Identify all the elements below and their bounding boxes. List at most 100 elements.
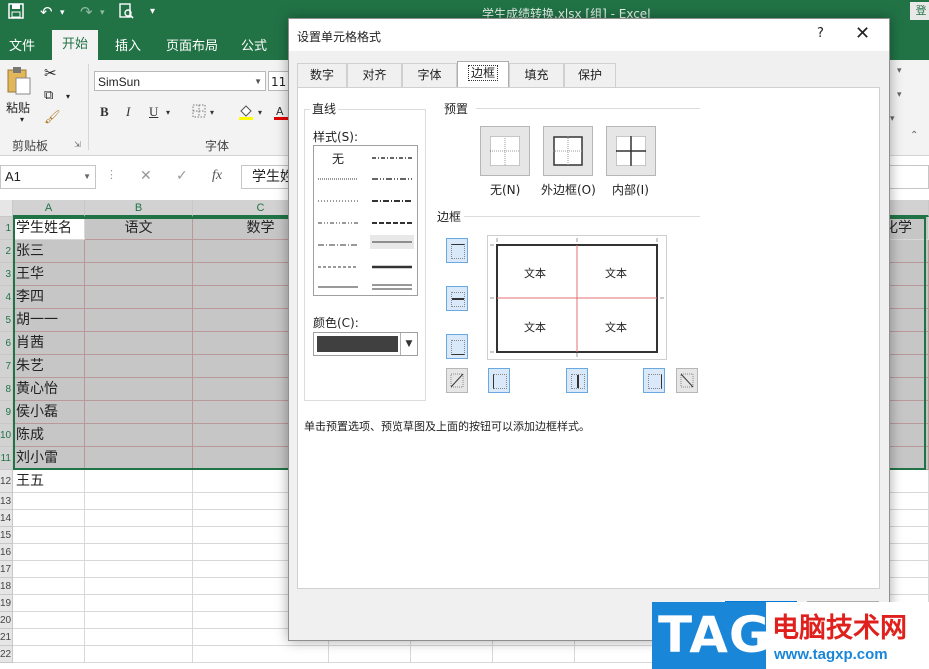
- print-preview-icon[interactable]: [118, 3, 134, 23]
- cell-b2[interactable]: [85, 240, 193, 263]
- cell-a5[interactable]: 胡一一: [13, 309, 85, 332]
- cell-b10[interactable]: [85, 424, 193, 447]
- preset-inside-label[interactable]: 内部(I): [612, 181, 649, 198]
- preset-inside-button[interactable]: [606, 126, 656, 176]
- empty-cell[interactable]: [575, 646, 657, 663]
- format-painter-icon[interactable]: 🖌: [44, 110, 61, 125]
- border-diagonal-down-button[interactable]: [676, 368, 698, 393]
- tab-home[interactable]: 开始: [52, 30, 98, 60]
- cell-a9[interactable]: 侯小磊: [13, 401, 85, 424]
- empty-cell[interactable]: [13, 595, 85, 612]
- tab-protection[interactable]: 保护: [564, 63, 616, 87]
- tab-number[interactable]: 数字: [297, 63, 347, 87]
- row-header[interactable]: 2: [0, 240, 13, 263]
- login-button[interactable]: 登: [910, 2, 929, 20]
- chevron-down-icon[interactable]: ▼: [254, 72, 262, 92]
- cell-b3[interactable]: [85, 263, 193, 286]
- italic-button[interactable]: I: [126, 104, 130, 120]
- cell-b12[interactable]: [85, 470, 193, 493]
- font-name-box[interactable]: SimSun ▼: [94, 71, 266, 91]
- cell-a2[interactable]: 张三: [13, 240, 85, 263]
- copy-icon[interactable]: ⧉: [44, 88, 53, 103]
- cell-a4[interactable]: 李四: [13, 286, 85, 309]
- preset-none-label[interactable]: 无(N): [490, 181, 520, 198]
- chevron-down-icon[interactable]: ▼: [400, 333, 417, 355]
- paste-dropdown-icon[interactable]: ▾: [20, 115, 24, 124]
- preset-outline-label[interactable]: 外边框(O): [541, 181, 596, 198]
- cell-b4[interactable]: [85, 286, 193, 309]
- row-header[interactable]: 20: [0, 612, 13, 629]
- cell-b5[interactable]: [85, 309, 193, 332]
- tab-fill[interactable]: 填充: [509, 63, 564, 87]
- empty-cell[interactable]: [13, 561, 85, 578]
- row-header[interactable]: 17: [0, 561, 13, 578]
- chevron-down-icon[interactable]: ▾: [890, 114, 895, 124]
- customize-qat-icon[interactable]: ▾: [150, 6, 155, 17]
- copy-dropdown-icon[interactable]: ▾: [66, 92, 70, 101]
- undo-dropdown-icon[interactable]: ▾: [60, 8, 65, 18]
- tab-formulas[interactable]: 公式: [241, 35, 267, 54]
- empty-cell[interactable]: [13, 612, 85, 629]
- row-header[interactable]: 8: [0, 378, 13, 401]
- empty-cell[interactable]: [85, 646, 193, 663]
- border-diagonal-up-button[interactable]: [446, 368, 468, 393]
- border-preview[interactable]: 文本 文本 文本 文本: [487, 235, 667, 360]
- empty-cell[interactable]: [85, 629, 193, 646]
- paste-icon[interactable]: [6, 66, 32, 99]
- empty-cell[interactable]: [13, 544, 85, 561]
- empty-cell[interactable]: [13, 578, 85, 595]
- row-header[interactable]: 6: [0, 332, 13, 355]
- cell-b11[interactable]: [85, 447, 193, 470]
- close-icon[interactable]: ✕: [855, 23, 870, 44]
- cell-b6[interactable]: [85, 332, 193, 355]
- empty-cell[interactable]: [85, 612, 193, 629]
- border-middle-vertical-button[interactable]: [566, 368, 588, 393]
- cell-a11[interactable]: 刘小雷: [13, 447, 85, 470]
- borders-dropdown-icon[interactable]: ▾: [210, 108, 214, 117]
- row-header[interactable]: 16: [0, 544, 13, 561]
- row-header[interactable]: 5: [0, 309, 13, 332]
- undo-icon[interactable]: ↶: [40, 3, 53, 21]
- cell-a3[interactable]: 王华: [13, 263, 85, 286]
- row-header[interactable]: 19: [0, 595, 13, 612]
- empty-cell[interactable]: [85, 527, 193, 544]
- empty-cell[interactable]: [85, 578, 193, 595]
- cancel-icon[interactable]: ✕: [140, 168, 152, 184]
- tab-page-layout[interactable]: 页面布局: [166, 35, 218, 54]
- row-header[interactable]: 9: [0, 401, 13, 424]
- tab-alignment[interactable]: 对齐: [347, 63, 402, 87]
- empty-cell[interactable]: [13, 510, 85, 527]
- row-header[interactable]: 4: [0, 286, 13, 309]
- border-top-button[interactable]: [446, 238, 468, 263]
- row-header[interactable]: 12: [0, 470, 13, 493]
- cell-a10[interactable]: 陈成: [13, 424, 85, 447]
- row-header[interactable]: 1: [0, 217, 13, 240]
- border-right-button[interactable]: [643, 368, 665, 393]
- borders-icon[interactable]: [192, 104, 206, 122]
- empty-cell[interactable]: [493, 646, 575, 663]
- fill-color-dropdown-icon[interactable]: ▾: [258, 108, 262, 117]
- empty-cell[interactable]: [13, 629, 85, 646]
- empty-cell[interactable]: [85, 544, 193, 561]
- column-header-a[interactable]: A: [13, 200, 85, 217]
- row-header[interactable]: 21: [0, 629, 13, 646]
- enter-icon[interactable]: ✓: [176, 168, 188, 184]
- name-box[interactable]: A1 ▼: [0, 165, 96, 189]
- cell-b7[interactable]: [85, 355, 193, 378]
- preset-outline-button[interactable]: [543, 126, 593, 176]
- redo-icon[interactable]: ↷: [80, 3, 93, 21]
- cell-b1[interactable]: 语文: [85, 217, 193, 240]
- empty-cell[interactable]: [85, 510, 193, 527]
- empty-cell[interactable]: [13, 527, 85, 544]
- border-middle-horizontal-button[interactable]: [446, 286, 468, 311]
- cell-a8[interactable]: 黄心怡: [13, 378, 85, 401]
- row-header[interactable]: 13: [0, 493, 13, 510]
- empty-cell[interactable]: [193, 646, 329, 663]
- save-icon[interactable]: [8, 3, 24, 23]
- empty-cell[interactable]: [85, 561, 193, 578]
- border-bottom-button[interactable]: [446, 334, 468, 359]
- bold-button[interactable]: B: [100, 104, 109, 120]
- help-button[interactable]: ?: [817, 26, 824, 41]
- cell-a6[interactable]: 肖茜: [13, 332, 85, 355]
- row-header[interactable]: 14: [0, 510, 13, 527]
